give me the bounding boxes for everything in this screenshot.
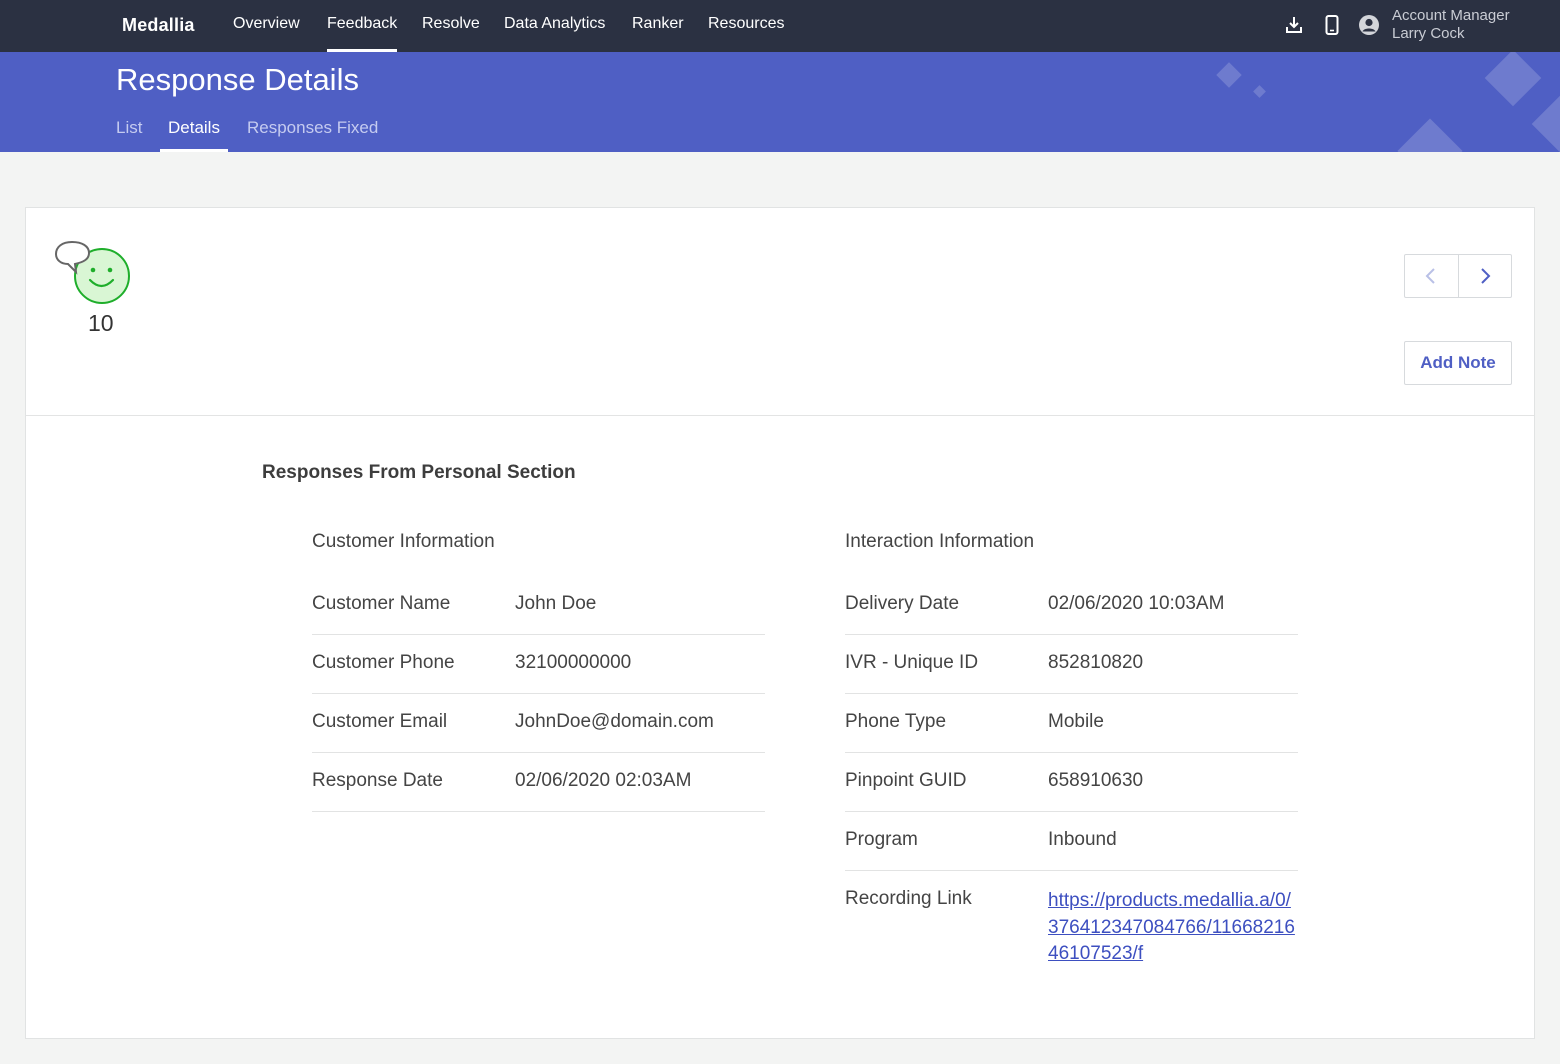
top-navigation: Medallia Overview Feedback Resolve Data … (0, 0, 1560, 52)
account-role: Account Manager (1392, 7, 1510, 24)
field-value: 852810820 (1048, 652, 1144, 673)
nav-item-ranker[interactable]: Ranker (632, 15, 684, 52)
table-row: IVR - Unique ID 852810820 (845, 635, 1298, 694)
nav-item-feedback[interactable]: Feedback (327, 15, 398, 52)
customer-info-heading: Customer Information (312, 531, 495, 552)
score-value: 10 (88, 310, 114, 336)
response-pager (1404, 254, 1512, 298)
previous-response-button[interactable] (1405, 255, 1458, 297)
field-label: IVR - Unique ID (845, 652, 979, 673)
field-value: Mobile (1048, 711, 1104, 732)
table-row: Delivery Date 02/06/2020 10:03AM (845, 576, 1298, 635)
interaction-info-heading: Interaction Information (845, 531, 1035, 552)
table-row: Pinpoint GUID 658910630 (845, 753, 1298, 812)
field-label: Customer Phone (312, 652, 455, 673)
account-name: Larry Cock (1392, 25, 1465, 42)
nav-item-overview[interactable]: Overview (233, 15, 300, 52)
response-card: 10 Add Note Responses From Personal Sect… (25, 207, 1535, 1039)
field-value: JohnDoe@domain.com (515, 711, 714, 732)
download-icon[interactable] (1284, 14, 1304, 41)
field-label: Recording Link (845, 888, 972, 909)
table-row: Phone Type Mobile (845, 694, 1298, 753)
nav-item-resources[interactable]: Resources (708, 15, 784, 52)
field-value: 02/06/2020 02:03AM (515, 770, 692, 791)
tab-list[interactable]: List (116, 118, 142, 152)
interaction-info-table: Delivery Date 02/06/2020 10:03AM IVR - U… (845, 576, 1298, 971)
field-label: Program (845, 829, 918, 850)
tab-responses-fixed[interactable]: Responses Fixed (247, 118, 378, 152)
card-summary: 10 Add Note (26, 208, 1534, 416)
account-menu[interactable]: Account Manager Larry Cock (1392, 7, 1510, 43)
tab-details[interactable]: Details (160, 118, 228, 152)
medallia-logo[interactable]: Medallia (122, 15, 195, 36)
chevron-left-icon (1425, 268, 1435, 284)
field-label: Pinpoint GUID (845, 770, 967, 791)
decorative-diamond (1397, 118, 1463, 152)
field-label: Customer Name (312, 593, 451, 614)
field-label: Response Date (312, 770, 443, 791)
table-row: Customer Phone 32100000000 (312, 635, 765, 694)
decorative-diamond (1531, 95, 1560, 152)
field-value: 02/06/2020 10:03AM (1048, 593, 1225, 614)
decorative-diamond (1484, 52, 1542, 107)
field-value: John Doe (515, 593, 597, 614)
table-row: Response Date 02/06/2020 02:03AM (312, 753, 765, 812)
decorative-diamond (1216, 62, 1242, 88)
field-value: 658910630 (1048, 770, 1144, 791)
table-row: Customer Name John Doe (312, 576, 765, 635)
table-row: Customer Email JohnDoe@domain.com (312, 694, 765, 753)
table-row: Recording Link https://products.medallia… (845, 871, 1298, 971)
next-response-button[interactable] (1457, 255, 1512, 297)
page-header-banner: Response Details List Details Responses … (0, 52, 1560, 152)
user-avatar-icon[interactable] (1358, 14, 1380, 41)
field-label: Delivery Date (845, 593, 960, 614)
field-label: Phone Type (845, 711, 947, 732)
field-label: Customer Email (312, 711, 448, 732)
smiley-comment-icon (54, 238, 134, 313)
page-title: Response Details (116, 62, 359, 97)
field-value: 32100000000 (515, 652, 632, 673)
mobile-icon[interactable] (1324, 14, 1340, 41)
field-value: Inbound (1048, 829, 1117, 850)
table-row: Program Inbound (845, 812, 1298, 871)
nav-item-resolve[interactable]: Resolve (422, 15, 480, 52)
customer-info-table: Customer Name John Doe Customer Phone 32… (312, 576, 765, 812)
nav-item-data-analytics[interactable]: Data Analytics (504, 15, 605, 52)
decorative-diamond (1253, 85, 1266, 98)
recording-link[interactable]: https://products.medallia.a/0/3764123470… (1048, 888, 1298, 968)
section-title: Responses From Personal Section (262, 462, 576, 483)
add-note-button[interactable]: Add Note (1404, 341, 1512, 385)
chevron-right-icon (1481, 268, 1491, 284)
